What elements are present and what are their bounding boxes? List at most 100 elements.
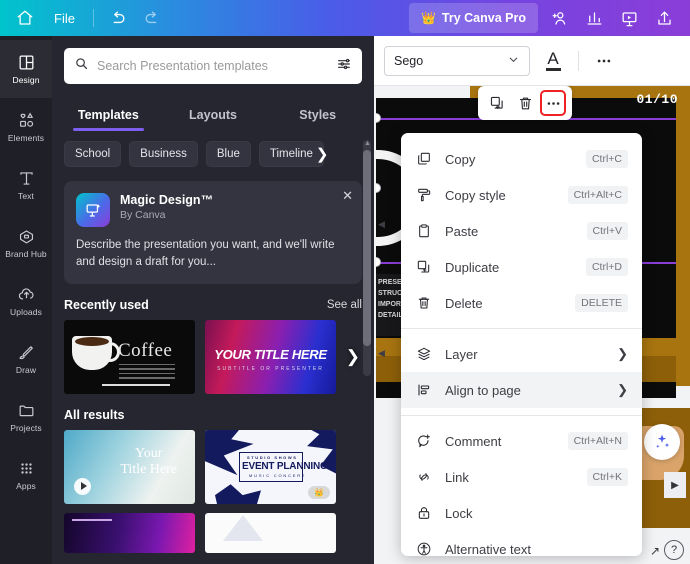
chip-school[interactable]: School	[64, 141, 122, 167]
text-color-icon[interactable]: A	[538, 46, 568, 76]
templates-panel: Templates Layouts Styles School Business…	[52, 36, 374, 564]
close-icon[interactable]: ✕	[342, 189, 353, 202]
context-menu-item-layer[interactable]: Layer ❯	[401, 336, 642, 372]
selection-handle-tl[interactable]	[376, 113, 381, 123]
search-box[interactable]	[64, 48, 362, 84]
magic-design-card[interactable]: ✕ Magic Design™ By Canva Describe the pr…	[64, 181, 362, 284]
sidebar-label-brand-hub: Brand Hub	[5, 249, 47, 259]
trash-icon[interactable]	[512, 90, 538, 116]
sidebar-item-elements[interactable]: Elements	[0, 98, 52, 156]
lock-icon	[415, 505, 433, 521]
home-icon[interactable]	[8, 4, 42, 32]
template-thumbnail-white[interactable]	[205, 512, 336, 553]
recently-used-next-icon[interactable]: ❯	[346, 347, 360, 367]
context-menu-label-duplicate: Duplicate	[445, 259, 500, 275]
share-icon[interactable]	[647, 4, 682, 32]
template-thumbnail-event-planning[interactable]: STUDIO SHOWS EVENT PLANNING MUSIC CONCER…	[205, 429, 336, 504]
context-menu-label-layer: Layer	[445, 346, 478, 362]
font-family-value: Sego	[394, 53, 424, 68]
context-menu-shortcut-comment: Ctrl+Alt+N	[567, 432, 628, 450]
context-menu-item-link[interactable]: Link Ctrl+K	[401, 459, 642, 495]
undo-icon[interactable]	[100, 4, 135, 32]
scroll-up-icon[interactable]: ▲	[364, 140, 371, 147]
context-menu-label-align-to-page: Align to page	[445, 382, 521, 398]
layers-icon	[415, 346, 433, 362]
context-menu-divider-1	[401, 328, 642, 329]
sidebar-item-text[interactable]: Text	[0, 156, 52, 214]
sidebar-label-elements: Elements	[7, 133, 45, 143]
element-more-icon[interactable]	[540, 90, 566, 116]
sidebar-item-uploads[interactable]: Uploads	[0, 272, 52, 330]
tab-templates[interactable]: Templates	[56, 98, 161, 131]
context-menu-item-alternative-text[interactable]: Alternative text	[401, 531, 642, 556]
sidebar-label-design: Design	[12, 75, 40, 85]
context-menu-shortcut-copy-style: Ctrl+Alt+C	[567, 186, 628, 204]
context-menu-item-copy-style[interactable]: Copy style Ctrl+Alt+C	[401, 177, 642, 213]
sidebar-item-projects[interactable]: Projects	[0, 388, 52, 446]
sidebar-label-uploads: Uploads	[10, 307, 42, 317]
context-menu-item-lock[interactable]: Lock	[401, 495, 642, 531]
chip-timeline[interactable]: Timeline	[258, 141, 324, 167]
crown-icon: 👑	[308, 485, 330, 499]
recently-used-row: Coffee YOUR TITLE HERE SUBTITLE OR PRESE…	[52, 319, 374, 394]
scrollbar-thumb[interactable]	[363, 150, 371, 346]
help-icon[interactable]: ?	[664, 540, 684, 560]
tab-layouts[interactable]: Layouts	[161, 98, 266, 131]
context-menu-item-comment[interactable]: Comment Ctrl+Alt+N	[401, 423, 642, 459]
search-icon	[74, 56, 89, 76]
chip-blue[interactable]: Blue	[205, 141, 251, 167]
coffee-body-lines	[119, 363, 175, 382]
context-menu-item-delete[interactable]: Delete DELETE	[401, 285, 642, 321]
event-kicker-text: STUDIO SHOWS	[247, 454, 298, 460]
try-canva-pro-button[interactable]: 👑 Try Canva Pro	[408, 3, 538, 33]
accessibility-icon	[415, 541, 433, 556]
template-thumbnail-your-title-video[interactable]: Your Title Here	[64, 429, 195, 504]
filter-icon[interactable]	[336, 56, 352, 77]
template-thumbnail-purple[interactable]	[64, 512, 195, 553]
chip-business[interactable]: Business	[129, 141, 198, 167]
context-menu-label-comment: Comment	[445, 433, 502, 449]
sparkles-icon[interactable]	[644, 424, 680, 460]
context-menu-label-link: Link	[445, 469, 469, 485]
context-menu-item-align-to-page[interactable]: Align to page ❯	[401, 372, 642, 408]
context-menu-shortcut-duplicate: Ctrl+D	[585, 258, 628, 276]
recently-used-see-all[interactable]: See all	[327, 299, 362, 311]
tab-styles[interactable]: Styles	[265, 98, 370, 131]
magic-design-title: Magic Design™	[120, 193, 214, 207]
present-icon[interactable]	[612, 4, 647, 32]
context-menu-item-duplicate[interactable]: Duplicate Ctrl+D	[401, 249, 642, 285]
context-menu-item-paste[interactable]: Paste Ctrl+V	[401, 213, 642, 249]
template-thumbnail-your-title-here[interactable]: YOUR TITLE HERE SUBTITLE OR PRESENTER	[205, 319, 336, 394]
sidebar-item-design[interactable]: Design	[0, 40, 52, 98]
all-results-header: All results	[52, 394, 374, 430]
canvas-scroll-left-icon[interactable]: ◀	[378, 348, 385, 359]
context-menu-item-copy[interactable]: Copy Ctrl+C	[401, 141, 642, 177]
sidebar-item-draw[interactable]: Draw	[0, 330, 52, 388]
next-page-icon[interactable]: ▶	[664, 472, 686, 498]
prev-page-icon[interactable]: ◀	[378, 219, 385, 230]
all-results-row-1: Your Title Here STUDIO SHOWS EVENT PLANN…	[52, 429, 374, 504]
chips-next-icon[interactable]: ❯	[316, 145, 329, 163]
sidebar-item-brand-hub[interactable]: Brand Hub	[0, 214, 52, 272]
panel-scrollbar[interactable]: ▲	[363, 140, 371, 376]
expand-icon[interactable]: ↗	[650, 544, 660, 558]
add-collaborator-icon[interactable]	[542, 4, 577, 32]
duplicate-icon[interactable]	[484, 90, 510, 116]
template-thumbnail-coffee[interactable]: Coffee	[64, 319, 195, 394]
magic-design-icon	[76, 193, 110, 227]
toolbar-more-icon[interactable]	[589, 46, 619, 76]
redo-icon[interactable]	[135, 4, 170, 32]
sidebar-item-apps[interactable]: Apps	[0, 446, 52, 504]
context-menu-label-delete: Delete	[445, 295, 483, 311]
search-input[interactable]	[97, 59, 328, 73]
event-sub-text: MUSIC CONCERT	[249, 472, 307, 478]
toolbar-divider	[578, 50, 579, 71]
font-family-select[interactable]: Sego	[384, 45, 530, 76]
selection-handle-bl[interactable]	[376, 257, 381, 267]
file-menu-button[interactable]: File	[42, 4, 87, 32]
sidebar-label-draw: Draw	[15, 365, 37, 375]
all-results-title: All results	[64, 407, 125, 422]
context-menu-shortcut-delete: DELETE	[575, 294, 628, 312]
analytics-icon[interactable]	[577, 4, 612, 32]
context-menu-shortcut-copy: Ctrl+C	[585, 150, 628, 168]
